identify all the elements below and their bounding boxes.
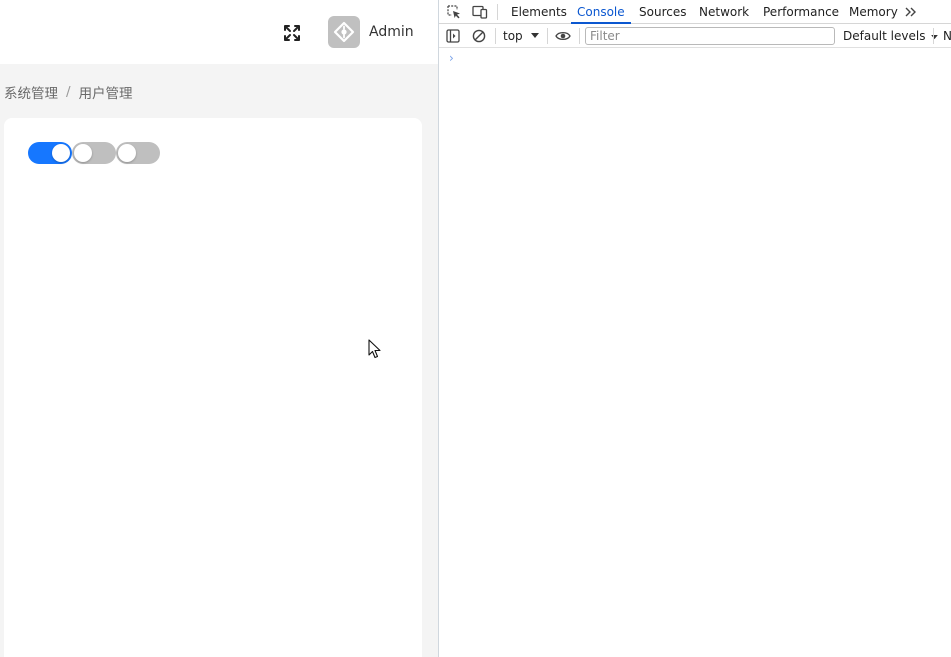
user-menu[interactable]: Admin <box>328 16 414 48</box>
tab-network[interactable]: Network <box>693 0 755 24</box>
dropdown-arrow-icon <box>530 33 539 38</box>
inspect-element-icon <box>447 5 460 19</box>
tab-sources[interactable]: Sources <box>633 0 692 24</box>
devtools-tabbar: Elements Console Sources Network Performance… <box>439 0 951 24</box>
content-card <box>4 118 422 657</box>
breadcrumb-separator: / <box>66 84 71 100</box>
toolbar-divider <box>495 28 496 44</box>
username: Admin <box>369 24 414 40</box>
devtools-panel: Elements Console Sources Network Performance… <box>438 0 951 657</box>
device-toolbar-button[interactable] <box>472 4 488 20</box>
issues-counter-truncated[interactable]: N <box>943 28 951 44</box>
switch-1[interactable] <box>28 142 72 164</box>
avatar[interactable] <box>328 16 360 48</box>
clear-console-button[interactable] <box>471 28 487 44</box>
more-tabs-button[interactable] <box>903 4 919 20</box>
toolbar-divider <box>547 28 548 44</box>
screen: Admin 系统管理 / 用户管理 Elements Console Sourc… <box>0 0 951 657</box>
switch-knob <box>52 144 70 162</box>
switch-knob <box>118 144 136 162</box>
chevron-double-right-icon <box>905 7 916 17</box>
context-selector[interactable]: top <box>503 28 539 44</box>
fullscreen-button[interactable] <box>280 21 304 45</box>
toolbar-divider <box>579 28 580 44</box>
live-expression-button[interactable] <box>555 28 571 44</box>
mouse-pointer-icon <box>368 339 381 359</box>
log-levels-label: Default levels <box>843 29 926 43</box>
toolbar-divider <box>497 4 498 20</box>
inspect-element-button[interactable] <box>446 4 462 20</box>
toolbar-divider <box>933 28 934 44</box>
toggle-sidebar-button[interactable] <box>445 28 461 44</box>
app-window: Admin 系统管理 / 用户管理 <box>0 0 438 657</box>
breadcrumb-item-users: 用户管理 <box>78 86 133 102</box>
tab-console[interactable]: Console <box>571 0 631 24</box>
console-toolbar: top Default levels N <box>439 24 951 48</box>
eye-icon <box>555 31 571 41</box>
clear-console-icon <box>472 29 486 43</box>
tab-memory[interactable]: Memory <box>843 0 904 24</box>
switch-knob <box>74 144 92 162</box>
log-levels-dropdown[interactable]: Default levels <box>843 28 939 44</box>
filter-input[interactable] <box>585 27 835 45</box>
diamond-logo-icon <box>333 21 355 43</box>
console-prompt[interactable]: › <box>449 51 454 65</box>
sidebar-toggle-icon <box>446 29 460 43</box>
tab-performance[interactable]: Performance <box>757 0 845 24</box>
tab-elements[interactable]: Elements <box>505 0 573 24</box>
fullscreen-icon <box>284 25 300 41</box>
switch-3[interactable] <box>116 142 160 164</box>
breadcrumb: 系统管理 / 用户管理 <box>4 82 133 102</box>
context-label: top <box>503 29 523 43</box>
switch-2[interactable] <box>72 142 116 164</box>
device-toggle-icon <box>472 5 488 19</box>
breadcrumb-item-system[interactable]: 系统管理 <box>4 82 58 102</box>
top-header: Admin <box>0 0 438 64</box>
